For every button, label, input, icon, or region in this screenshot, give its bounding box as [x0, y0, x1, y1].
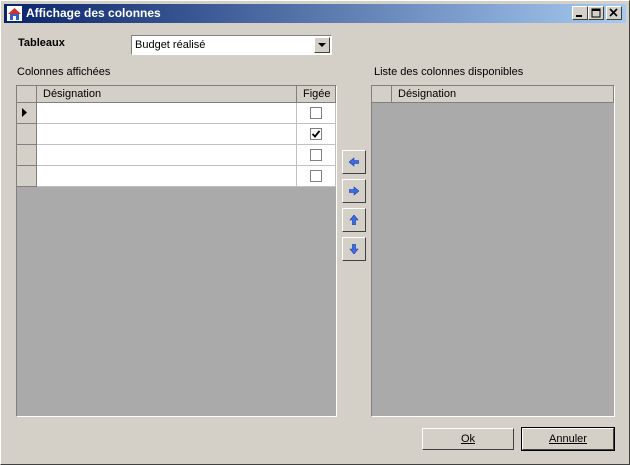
minimize-icon: [576, 15, 582, 17]
row-indicator-header: [17, 86, 37, 103]
row-selector[interactable]: [17, 166, 37, 187]
maximize-icon: [591, 8, 601, 18]
tableaux-dropdown-button[interactable]: [314, 37, 330, 53]
figee-cell: [297, 124, 336, 145]
displayed-columns-label: Colonnes affichées: [17, 66, 111, 78]
displayed-columns-grid[interactable]: Désignation Figée: [16, 85, 337, 417]
tableaux-label: Tableaux: [18, 37, 65, 49]
minimize-button[interactable]: [572, 6, 588, 20]
dialog-window: Affichage des colonnes Tableaux Budget r…: [0, 0, 630, 465]
grid-header: Désignation: [372, 86, 614, 103]
figee-cell: [297, 103, 336, 124]
title-bar[interactable]: Affichage des colonnes: [4, 4, 626, 23]
grid-header: Désignation Figée: [17, 86, 336, 103]
figee-cell: [297, 145, 336, 166]
cancel-button-label: Annuler: [549, 433, 587, 445]
figee-checkbox[interactable]: [310, 128, 322, 140]
column-header-figee[interactable]: Figée: [297, 86, 336, 103]
ok-button[interactable]: Ok: [422, 428, 514, 450]
column-header-designation[interactable]: Désignation: [392, 86, 614, 103]
row-selector[interactable]: [17, 124, 37, 145]
row-selector[interactable]: [17, 103, 37, 124]
figee-cell: [297, 166, 336, 187]
designation-cell[interactable]: [37, 145, 297, 166]
tableaux-select-value: Budget réalisé: [135, 39, 206, 51]
table-row[interactable]: [17, 166, 336, 187]
arrow-left-icon: [349, 157, 359, 167]
table-row[interactable]: [17, 145, 336, 166]
available-columns-grid[interactable]: Désignation: [371, 85, 615, 417]
available-columns-label: Liste des colonnes disponibles: [374, 66, 524, 78]
checkmark-icon: [312, 130, 320, 138]
table-row[interactable]: [17, 103, 336, 124]
move-left-button[interactable]: [342, 150, 366, 174]
move-down-button[interactable]: [342, 237, 366, 261]
maximize-button[interactable]: [588, 6, 604, 20]
designation-cell[interactable]: [37, 124, 297, 145]
figee-checkbox[interactable]: [310, 149, 322, 161]
cancel-button[interactable]: Annuler: [521, 427, 615, 451]
ok-button-label: Ok: [460, 433, 476, 445]
chevron-down-icon: [318, 43, 326, 47]
row-indicator-header: [372, 86, 392, 103]
window-title: Affichage des colonnes: [26, 6, 161, 20]
arrow-down-icon: [349, 244, 359, 254]
table-row[interactable]: [17, 124, 336, 145]
move-up-button[interactable]: [342, 208, 366, 232]
arrow-up-icon: [349, 215, 359, 225]
move-right-button[interactable]: [342, 179, 366, 203]
current-row-icon: [22, 108, 27, 117]
designation-cell[interactable]: [37, 166, 297, 187]
figee-checkbox[interactable]: [310, 170, 322, 182]
arrow-right-icon: [349, 186, 359, 196]
tableaux-select[interactable]: Budget réalisé: [131, 35, 332, 55]
close-button[interactable]: [606, 6, 622, 20]
row-selector[interactable]: [17, 145, 37, 166]
figee-checkbox[interactable]: [310, 107, 322, 119]
designation-cell[interactable]: [37, 103, 297, 124]
app-icon: [7, 6, 22, 21]
column-header-designation[interactable]: Désignation: [37, 86, 297, 103]
close-icon: [609, 8, 618, 17]
